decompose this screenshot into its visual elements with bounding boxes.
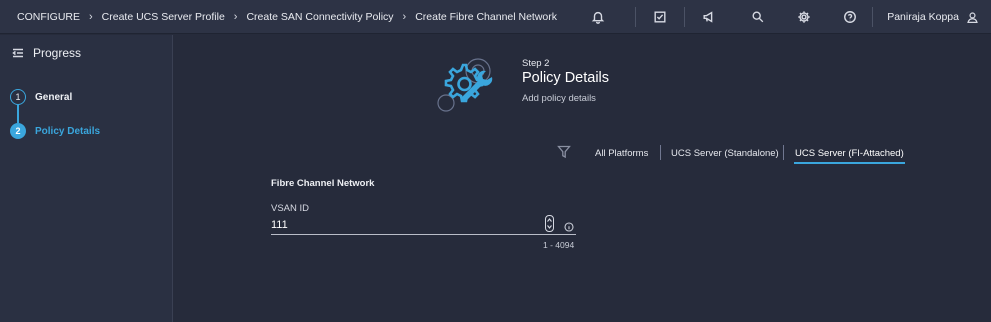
- step-number: 1: [10, 89, 26, 105]
- tab-all-platforms[interactable]: All Platforms: [595, 148, 648, 159]
- divider: [783, 145, 784, 160]
- progress-header[interactable]: Progress: [12, 46, 81, 60]
- help-icon[interactable]: [839, 6, 861, 28]
- user-menu[interactable]: Paniraja Koppa: [873, 11, 991, 24]
- step-number: 2: [10, 123, 26, 139]
- breadcrumb-create-ucs-server-profile[interactable]: Create UCS Server Profile: [102, 11, 225, 23]
- megaphone-icon[interactable]: [698, 6, 720, 28]
- section-title: Fibre Channel Network: [271, 178, 375, 189]
- number-stepper[interactable]: [545, 215, 554, 232]
- search-icon[interactable]: [747, 6, 769, 28]
- gear-wrench-icon: [437, 58, 493, 112]
- info-icon[interactable]: [564, 219, 574, 232]
- step-indicator: Step 2: [522, 58, 550, 69]
- divider: [684, 7, 686, 27]
- page-title: Policy Details: [522, 70, 610, 86]
- stepper-arrows-icon[interactable]: [546, 216, 553, 231]
- chevron-right-icon: ›: [89, 10, 93, 23]
- breadcrumb: CONFIGURE › Create UCS Server Profile › …: [0, 11, 557, 23]
- vsan-id-input[interactable]: [271, 216, 576, 235]
- breadcrumb-create-san-connectivity-policy[interactable]: Create SAN Connectivity Policy: [246, 11, 393, 23]
- step-policy-details[interactable]: 2 Policy Details: [10, 123, 100, 139]
- checklist-icon[interactable]: [649, 6, 671, 28]
- user-icon: [967, 11, 978, 23]
- progress-sidebar: Progress 1 General 2 Policy Details: [0, 35, 173, 322]
- collapse-menu-icon[interactable]: [12, 47, 24, 59]
- progress-title: Progress: [33, 46, 82, 60]
- step-label: Policy Details: [35, 125, 101, 137]
- tab-ucs-server-standalone[interactable]: UCS Server (Standalone): [671, 148, 779, 159]
- divider: [660, 145, 661, 160]
- top-icon-group: Paniraja Koppa: [587, 0, 991, 34]
- filter-icon[interactable]: [557, 145, 571, 159]
- tab-ucs-server-fi-attached[interactable]: UCS Server (FI-Attached): [794, 148, 905, 164]
- step-label: General: [35, 91, 73, 103]
- vsan-id-label: VSAN ID: [271, 203, 310, 214]
- breadcrumb-create-fibre-channel-network: Create Fibre Channel Network: [415, 10, 558, 23]
- gear-icon[interactable]: [793, 6, 815, 28]
- chevron-right-icon: ›: [233, 10, 238, 23]
- chevron-right-icon: ›: [402, 10, 407, 23]
- top-bar: CONFIGURE › Create UCS Server Profile › …: [0, 0, 991, 34]
- step-general[interactable]: 1 General: [10, 89, 72, 105]
- step-connector: [17, 105, 19, 123]
- user-name: Paniraja Koppa: [887, 11, 959, 23]
- bell-icon[interactable]: [587, 6, 609, 28]
- vsan-range-hint: 1 - 4094: [543, 240, 575, 250]
- breadcrumb-configure[interactable]: CONFIGURE: [17, 11, 80, 23]
- divider: [635, 7, 637, 27]
- page-subtitle: Add policy details: [522, 93, 596, 104]
